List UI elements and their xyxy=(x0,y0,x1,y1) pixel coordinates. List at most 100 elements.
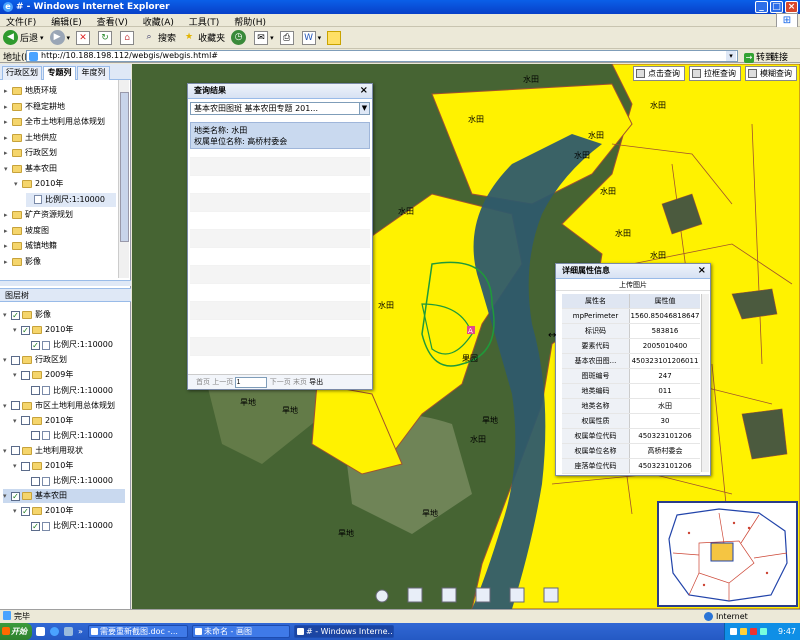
tree-item-topic[interactable]: ▾ 基本农田 xyxy=(4,162,57,176)
tree-item-topic[interactable]: ▸ 土地供应 xyxy=(4,131,57,145)
layer-tree-item[interactable]: ▾ ✓ 2010年 xyxy=(13,504,73,518)
next-page-link[interactable]: 下一页 xyxy=(270,378,291,386)
chevron-right-icon[interactable]: ▸ xyxy=(4,208,12,222)
stop-button[interactable]: ✕ xyxy=(76,30,92,45)
start-button[interactable]: 开始 xyxy=(0,623,32,640)
maximize-button[interactable]: □ xyxy=(770,1,783,13)
scrollbar-thumb[interactable] xyxy=(120,92,129,242)
layer-tree-item[interactable]: ▾ 行政区划 xyxy=(3,353,67,367)
list-item[interactable]: 地类名称: 水田 权属单位名称: 高桥村委会 xyxy=(190,122,370,149)
tree-item-topic[interactable]: ▸ 影像 xyxy=(4,255,41,269)
layer-tree-item[interactable]: ▾ ✓ 2010年 xyxy=(13,323,73,337)
layer-tree-item[interactable]: 比例尺:1:10000 xyxy=(23,474,113,488)
home-button[interactable]: ⌂ xyxy=(120,30,136,45)
chevron-down-icon[interactable]: ▾ xyxy=(3,444,11,458)
splitter[interactable] xyxy=(0,280,131,286)
overview-extent-box[interactable] xyxy=(710,542,734,562)
layer-tree-item[interactable]: ▾ ✓ 影像 xyxy=(3,308,51,322)
taskbar-item-word[interactable]: 需要重新截图.doc -... xyxy=(88,625,188,638)
chevron-down-icon[interactable]: ▾ xyxy=(13,414,21,428)
print-button[interactable]: ⎙ xyxy=(279,30,296,45)
layer-tree-item[interactable]: ▾ 市区土地利用总体规划 xyxy=(3,399,115,413)
layer-checkbox[interactable] xyxy=(11,355,20,365)
export-link[interactable]: 导出 xyxy=(309,378,323,386)
layer-checkbox[interactable] xyxy=(21,416,30,426)
tree-item-topic[interactable]: 比例尺:1:10000 xyxy=(26,192,116,207)
first-page-link[interactable]: 首页 xyxy=(196,378,210,386)
address-input[interactable]: http://10.188.198.112/webgis/webgis.html… xyxy=(26,50,738,62)
print-map-icon[interactable] xyxy=(509,587,525,603)
close-icon[interactable]: × xyxy=(360,84,368,98)
tab-topic[interactable]: 专题列 xyxy=(43,66,76,80)
attribute-table-scrollbar[interactable] xyxy=(701,294,709,472)
ime-icon[interactable] xyxy=(760,628,767,635)
chevron-right-icon[interactable]: ▸ xyxy=(4,224,12,238)
prev-page-link[interactable]: 上一页 xyxy=(212,378,233,386)
chevron-down-icon[interactable]: ▾ xyxy=(4,162,12,176)
layer-tree-item[interactable]: 比例尺:1:10000 xyxy=(23,429,113,443)
tree-item-topic[interactable]: ▸ 全市土地利用总体规划 xyxy=(4,115,105,129)
query-results-header[interactable]: 查询结果 × xyxy=(188,84,372,99)
layer-checkbox[interactable]: ✓ xyxy=(31,521,40,531)
layer-tree-item[interactable]: ▾ 2010年 xyxy=(13,414,73,428)
layer-checkbox[interactable] xyxy=(21,370,30,380)
tab-admin-division[interactable]: 行政区划 xyxy=(2,66,42,80)
layer-checkbox[interactable] xyxy=(11,401,20,411)
close-icon[interactable]: × xyxy=(698,264,706,278)
chevron-down-icon[interactable]: ▾ xyxy=(3,399,11,413)
detail-header[interactable]: 详细属性信息 × xyxy=(556,264,710,279)
chevron-down-icon[interactable]: ▼ xyxy=(359,103,369,114)
layer-tree-item[interactable]: ✓ 比例尺:1:10000 xyxy=(23,519,113,533)
tree-item-topic[interactable]: ▸ 不稳定耕地 xyxy=(4,100,65,114)
favorites-button[interactable]: ★ 收藏夹 xyxy=(182,31,225,45)
box-query-button[interactable]: 拉框查询 xyxy=(689,66,741,81)
layer-tree-item[interactable]: ▾ 土地利用现状 xyxy=(3,444,83,458)
mail-button[interactable]: ✉ ▾ xyxy=(254,30,274,45)
layer-tree-item[interactable]: 比例尺:1:10000 xyxy=(23,384,113,398)
page-input[interactable] xyxy=(235,377,268,388)
layer-tree-item[interactable]: ▾ 2010年 xyxy=(13,459,73,473)
layer-checkbox[interactable] xyxy=(31,431,40,441)
pan-icon[interactable] xyxy=(407,587,423,603)
tree-item-topic[interactable]: ▸ 城镇地籍 xyxy=(4,239,57,253)
network-icon[interactable] xyxy=(730,628,737,635)
overview-map[interactable] xyxy=(657,501,798,607)
click-query-button[interactable]: 点击查询 xyxy=(633,66,685,81)
back-button[interactable]: ◀ 后退 ▾ xyxy=(3,30,44,45)
fuzzy-query-button[interactable]: 模糊查询 xyxy=(745,66,797,81)
tree-item-topic[interactable]: ▸ 坡度图 xyxy=(4,224,49,238)
chevron-down-icon[interactable]: ▾ xyxy=(13,504,21,518)
layer-checkbox[interactable]: ✓ xyxy=(21,506,30,516)
taskbar-item-ie[interactable]: # - Windows Interne... xyxy=(294,625,394,638)
search-button[interactable]: ⌕ 搜索 xyxy=(142,31,177,45)
messenger-button[interactable] xyxy=(327,30,343,45)
topic-tree-scrollbar[interactable] xyxy=(118,80,129,278)
tab-year[interactable]: 年度列 xyxy=(77,66,110,80)
links-button[interactable]: 链接 xyxy=(770,50,788,63)
zoom-icon[interactable] xyxy=(375,589,389,603)
ie-quicklaunch-icon[interactable] xyxy=(50,627,59,636)
chevron-right-icon[interactable]: ▸ xyxy=(4,84,12,98)
layer-checkbox[interactable]: ✓ xyxy=(31,340,40,350)
history-button[interactable]: ◷ xyxy=(231,30,248,45)
layer-checkbox[interactable]: ✓ xyxy=(11,310,20,320)
overview-map-canvas[interactable] xyxy=(659,503,796,605)
address-dropdown-icon[interactable]: ▾ xyxy=(726,51,736,61)
chevron-right-icon[interactable]: ▸ xyxy=(4,100,12,114)
full-extent-icon[interactable] xyxy=(441,587,457,603)
quicklaunch-icon[interactable] xyxy=(36,627,45,636)
layer-checkbox[interactable]: ✓ xyxy=(21,325,30,335)
chevron-down-icon[interactable]: ▾ xyxy=(13,323,21,337)
edit-button[interactable]: W ▾ xyxy=(301,30,321,45)
layer-checkbox[interactable]: ✓ xyxy=(11,491,20,501)
chevron-down-icon[interactable]: ▾ xyxy=(14,177,22,191)
chevron-down-icon[interactable]: ▾ xyxy=(13,459,21,473)
layer-tree-item[interactable]: ▾ 2009年 xyxy=(13,368,73,382)
desktop-quicklaunch-icon[interactable] xyxy=(64,627,73,636)
layer-checkbox[interactable] xyxy=(21,461,30,471)
refresh-button[interactable]: ↻ xyxy=(98,30,114,45)
measure-icon[interactable] xyxy=(475,587,491,603)
minimize-button[interactable]: _ xyxy=(755,1,768,13)
forward-button[interactable]: ▶ ▾ xyxy=(49,30,70,45)
chevron-right-icon[interactable]: ▸ xyxy=(4,255,12,269)
